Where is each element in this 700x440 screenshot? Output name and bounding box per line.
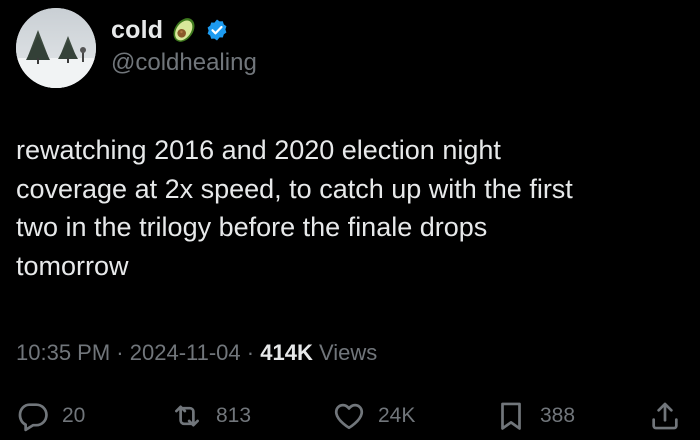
views-count[interactable]: 414K bbox=[260, 340, 313, 365]
tweet-actions-bar: 20 813 24K 388 bbox=[0, 396, 700, 436]
meta-separator: · bbox=[116, 340, 124, 365]
tweet-text: rewatching 2016 and 2020 election night … bbox=[16, 135, 573, 281]
author-handle[interactable]: @coldhealing bbox=[111, 49, 257, 77]
share-button[interactable] bbox=[648, 396, 682, 436]
like-count: 24K bbox=[378, 404, 416, 427]
repost-icon bbox=[175, 405, 199, 427]
tweet-meta: 10:35 PM · 2024-11-04 · 414K Views bbox=[16, 340, 377, 366]
tweet-date[interactable]: 2024-11-04 bbox=[130, 340, 241, 365]
bookmark-button[interactable]: 388 bbox=[494, 396, 575, 436]
like-button[interactable]: 24K bbox=[332, 396, 415, 436]
bookmark-count: 388 bbox=[540, 404, 576, 427]
author-name-row: cold bbox=[111, 14, 229, 46]
views-label: Views bbox=[318, 340, 378, 365]
heart-icon bbox=[334, 403, 364, 430]
tweet-time[interactable]: 10:35 PM bbox=[16, 340, 110, 365]
display-name[interactable]: cold bbox=[111, 16, 163, 45]
repost-button[interactable]: 813 bbox=[170, 396, 251, 436]
bookmark-icon bbox=[501, 402, 521, 430]
avocado-emoji-icon bbox=[169, 15, 199, 45]
reply-count: 20 bbox=[62, 404, 86, 427]
verified-badge-icon[interactable] bbox=[205, 18, 229, 42]
avatar-winter-trees-image bbox=[16, 8, 96, 88]
reply-button[interactable]: 20 bbox=[16, 396, 85, 436]
reply-icon bbox=[18, 403, 48, 432]
share-icon bbox=[652, 402, 678, 430]
avatar[interactable] bbox=[16, 8, 96, 88]
repost-count: 813 bbox=[216, 404, 252, 427]
meta-separator: · bbox=[246, 340, 255, 365]
